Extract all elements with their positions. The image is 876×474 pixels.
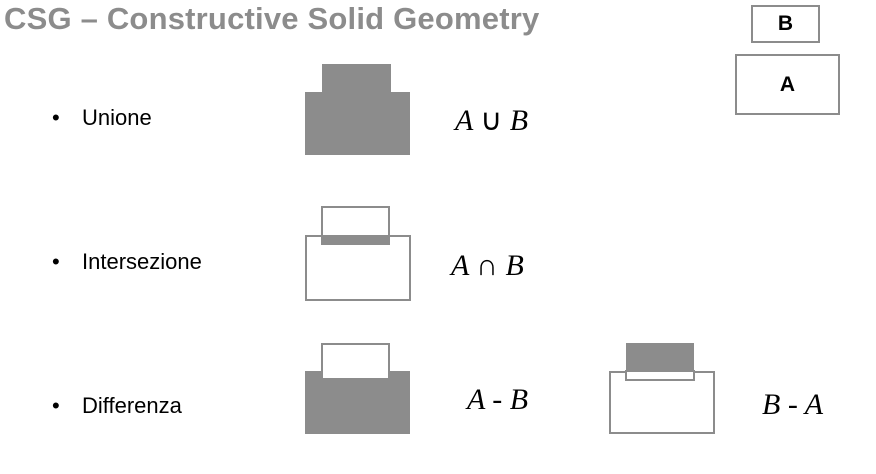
- formula-union-right: B: [509, 104, 529, 137]
- formula-intersection-left: A: [451, 249, 469, 282]
- csg-diagrams: [305, 64, 715, 434]
- difference-a-minus-b-diagram: [305, 343, 410, 434]
- union-shape-b: [322, 64, 391, 94]
- formula-difference-a-b-op: -: [492, 383, 503, 416]
- intersection-diagram: [305, 206, 411, 301]
- formula-intersection: A ∩ B: [451, 249, 524, 283]
- union-diagram: [305, 64, 410, 155]
- difference-shape-b-filled: [626, 343, 694, 371]
- formula-difference-a-b-left: A: [467, 383, 485, 416]
- union-shape-a: [305, 92, 410, 155]
- formula-union-op: ∪: [480, 104, 503, 137]
- formula-difference-a-b-right: B: [509, 383, 529, 416]
- formula-intersection-right: B: [505, 249, 524, 282]
- difference-b-minus-a-diagram: [609, 343, 715, 434]
- formula-union: A ∪ B: [455, 103, 528, 138]
- difference-shape-a-filled: [305, 371, 410, 434]
- difference-shape-b-outline: [321, 343, 390, 380]
- formula-difference-a-b: A - B: [467, 383, 528, 417]
- intersection-overlap: [322, 236, 389, 244]
- difference-shape-a-outline: [609, 371, 715, 434]
- formula-difference-b-a: B - A: [762, 388, 823, 422]
- intersection-shape-a: [305, 235, 411, 301]
- formula-difference-b-a-right: A: [804, 388, 824, 421]
- difference-shape-b-outline-bottom: [625, 370, 695, 381]
- formula-intersection-op: ∩: [476, 249, 498, 282]
- formula-difference-b-a-op: -: [787, 388, 798, 421]
- formula-union-left: A: [455, 104, 473, 137]
- formula-difference-b-a-left: B: [762, 388, 781, 421]
